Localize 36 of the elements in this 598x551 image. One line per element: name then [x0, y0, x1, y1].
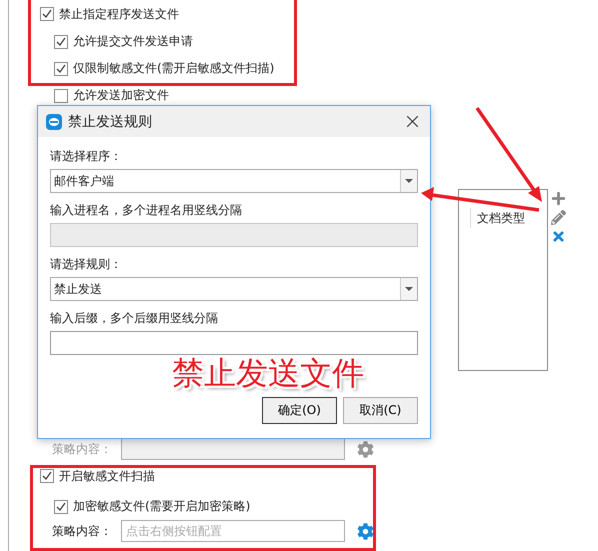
column-header: 文档类型 — [470, 208, 525, 228]
field-label: 请选择规则： — [50, 257, 122, 272]
dropdown[interactable]: 邮件客户端 — [50, 169, 418, 193]
settings-icon[interactable] — [357, 440, 374, 458]
checkbox[interactable] — [40, 7, 54, 21]
checkbox-label: 仅限制敏感文件(需开启敏感文件扫描) — [73, 60, 274, 77]
checkbox-label: 开启敏感文件扫描 — [59, 468, 155, 484]
policy-label: 策略内容： — [52, 522, 112, 540]
checkbox[interactable] — [54, 62, 68, 76]
checkbox-label: 允许提交文件发送申请 — [73, 33, 193, 50]
policy-field[interactable]: 点击右侧按钮配置 — [121, 520, 345, 542]
policy-label: 策略内容： — [52, 440, 112, 458]
checkbox[interactable] — [54, 500, 68, 514]
app-icon — [46, 114, 62, 130]
dropdown[interactable]: 禁止发送 — [50, 277, 418, 301]
dialog-button[interactable]: 取消(C) — [343, 397, 418, 424]
field-label: 请选择程序： — [50, 149, 122, 164]
checkbox[interactable] — [54, 88, 68, 102]
settings-icon[interactable] — [357, 522, 374, 540]
close-icon[interactable] — [407, 116, 418, 127]
field-label: 输入进程名，多个进程名用竖线分隔 — [50, 203, 242, 218]
caret-icon — [400, 170, 417, 192]
close-icon[interactable] — [551, 229, 566, 244]
add-icon[interactable] — [551, 191, 566, 206]
input-field[interactable] — [50, 331, 418, 355]
field-label: 输入后缀，多个后缀用竖线分隔 — [50, 311, 218, 326]
caret-icon — [400, 278, 417, 300]
checkbox-label: 加密敏感文件(需要开启加密策略) — [73, 498, 250, 515]
checkbox[interactable] — [40, 469, 54, 483]
checkbox-label: 允许发送加密文件 — [73, 87, 169, 104]
dialog-title: 禁止发送规则 — [68, 112, 153, 130]
checkbox-label: 禁止指定程序发送文件 — [59, 6, 179, 22]
annotation-text: 禁止发送文件 — [172, 357, 364, 389]
dialog-button[interactable]: 确定(O) — [262, 397, 337, 424]
checkbox[interactable] — [54, 34, 68, 48]
pencil-icon[interactable] — [551, 210, 566, 225]
